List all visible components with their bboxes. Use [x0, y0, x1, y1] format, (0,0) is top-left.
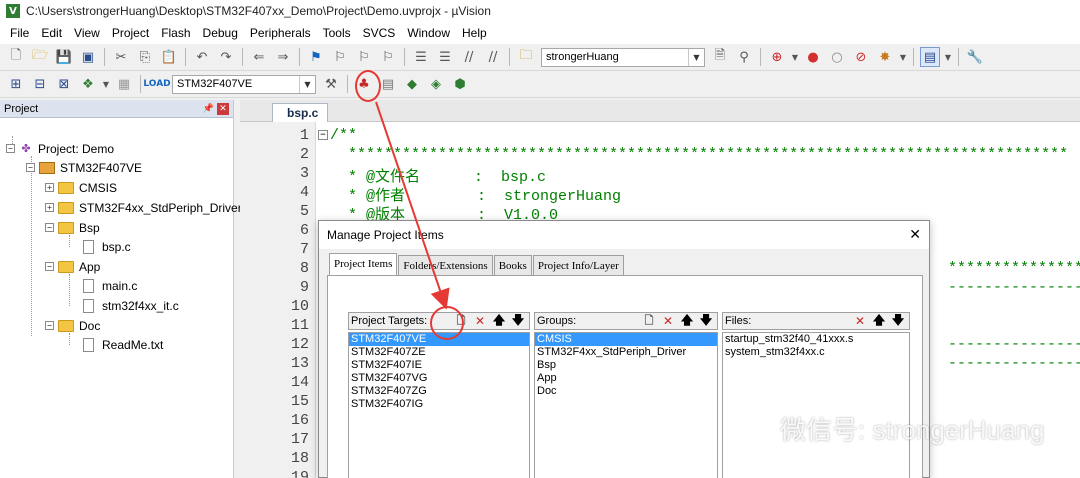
annotation-arrow: [375, 101, 450, 310]
annotation-overlay: [375, 101, 450, 310]
